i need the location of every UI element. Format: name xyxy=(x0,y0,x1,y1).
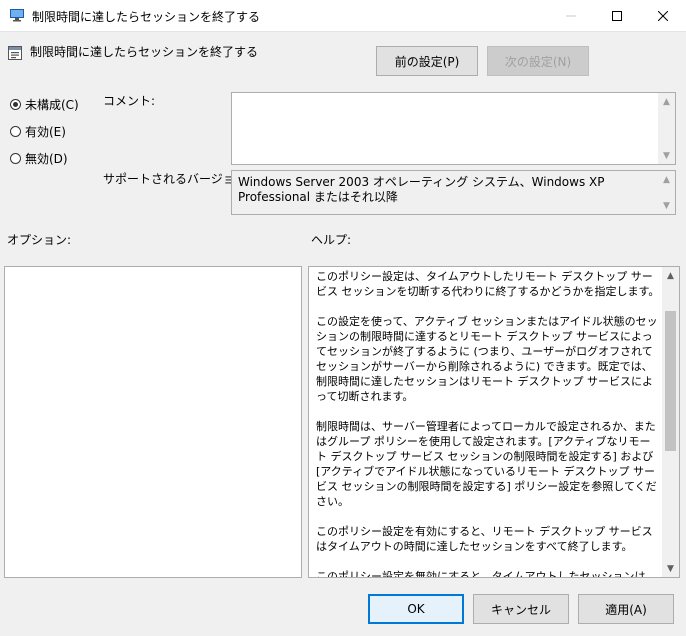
scroll-down-icon[interactable]: ▼ xyxy=(658,197,675,214)
close-icon xyxy=(658,10,668,21)
scroll-up-icon[interactable]: ▲ xyxy=(658,171,675,188)
radio-not-configured[interactable]: 未構成(C) xyxy=(10,96,79,113)
supported-scrollbar[interactable]: ▲ ▼ xyxy=(658,171,675,214)
help-text: このポリシー設定は、タイムアウトしたリモート デスクトップ サービス セッション… xyxy=(316,269,660,577)
scroll-up-icon[interactable]: ▲ xyxy=(658,93,675,110)
comment-label: コメント: xyxy=(103,94,156,108)
help-paragraph: このポリシー設定を有効にすると、リモート デスクトップ サービスはタイムアウトの… xyxy=(316,525,653,553)
radio-disabled[interactable]: 無効(D) xyxy=(10,150,68,167)
help-scrollbar[interactable]: ▲ ▼ xyxy=(662,267,679,577)
options-panel xyxy=(4,266,302,578)
policy-title: 制限時間に達したらセッションを終了する xyxy=(30,45,259,59)
help-scroll-thumb[interactable] xyxy=(665,311,676,451)
scroll-down-icon[interactable]: ▼ xyxy=(658,147,675,164)
policy-setting-icon xyxy=(8,46,22,60)
supported-versions-text: Windows Server 2003 オペレーティング システム、Window… xyxy=(238,175,605,204)
help-paragraph: 制限時間は、サーバー管理者によってローカルで設定されるか、またはグループ ポリシ… xyxy=(316,420,657,508)
minimize-icon xyxy=(566,15,576,16)
title-bar: 制限時間に達したらセッションを終了する xyxy=(0,0,686,32)
help-paragraph: このポリシー設定は、タイムアウトしたリモート デスクトップ サービス セッション… xyxy=(316,270,660,298)
scroll-up-icon[interactable]: ▲ xyxy=(662,267,679,284)
radio-label: 有効(E) xyxy=(25,125,66,139)
apply-button[interactable]: 適用(A) xyxy=(578,594,674,624)
radio-indicator xyxy=(10,153,21,164)
help-label: ヘルプ: xyxy=(311,233,352,247)
supported-versions-box: Windows Server 2003 オペレーティング システム、Window… xyxy=(231,170,676,215)
comment-textarea[interactable]: ▲ ▼ xyxy=(231,92,676,165)
options-label: オプション: xyxy=(7,233,72,247)
comment-scrollbar[interactable]: ▲ ▼ xyxy=(658,93,675,164)
window-title: 制限時間に達したらセッションを終了する xyxy=(32,10,261,24)
supported-label: サポートされるバージョン: xyxy=(103,172,251,186)
radio-label: 無効(D) xyxy=(25,152,68,166)
help-paragraph: このポリシー設定を無効にすると、タイムアウトしたセッションは、サーバー管理者の指… xyxy=(316,570,657,577)
ok-button[interactable]: OK xyxy=(368,594,464,624)
next-setting-button[interactable]: 次の設定(N) xyxy=(487,46,589,76)
minimize-button[interactable] xyxy=(548,0,594,31)
maximize-button[interactable] xyxy=(594,0,640,31)
cancel-button[interactable]: キャンセル xyxy=(473,594,569,624)
radio-label: 未構成(C) xyxy=(25,98,79,112)
prev-setting-button[interactable]: 前の設定(P) xyxy=(376,46,478,76)
scroll-down-icon[interactable]: ▼ xyxy=(662,560,679,577)
close-button[interactable] xyxy=(640,0,686,31)
help-paragraph: この設定を使って、アクティブ セッションまたはアイドル状態のセッションの制限時間… xyxy=(316,315,658,403)
remote-desktop-icon xyxy=(10,9,24,22)
radio-indicator xyxy=(10,126,21,137)
help-panel: このポリシー設定は、タイムアウトしたリモート デスクトップ サービス セッション… xyxy=(308,266,680,578)
radio-enabled[interactable]: 有効(E) xyxy=(10,123,66,140)
maximize-icon xyxy=(612,10,622,21)
radio-selected-indicator xyxy=(10,99,21,110)
